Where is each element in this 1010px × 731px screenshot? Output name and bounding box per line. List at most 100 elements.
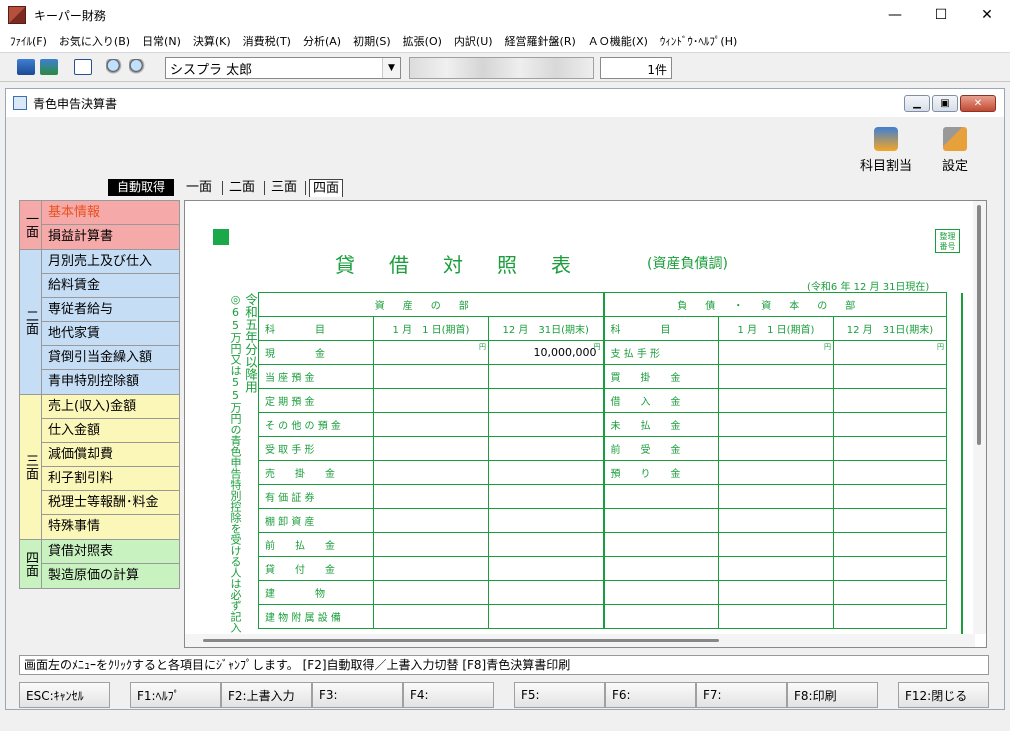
menu-settlement[interactable]: 決算(K)	[187, 33, 237, 49]
f4-button[interactable]: F4:	[403, 682, 494, 708]
liability-start-amount[interactable]	[718, 508, 834, 533]
f2-overwrite-button[interactable]: F2:上書入力	[221, 682, 312, 708]
sidebar-item-bad-debt[interactable]: 貸倒引当金繰入額	[42, 346, 179, 370]
liability-start-amount[interactable]: 円	[718, 340, 834, 365]
f3-button[interactable]: F3:	[312, 682, 403, 708]
asset-end-amount[interactable]	[488, 484, 604, 509]
asset-start-amount[interactable]	[373, 532, 489, 557]
f5-button[interactable]: F5:	[514, 682, 605, 708]
menu-favorites[interactable]: お気に入り(B)	[53, 33, 136, 49]
menu-initial[interactable]: 初期(S)	[347, 33, 397, 49]
liability-end-amount[interactable]	[833, 532, 947, 557]
zoom-out-icon[interactable]	[129, 59, 147, 75]
sidebar-item-balance-sheet[interactable]: 貸借対照表	[42, 540, 179, 564]
liability-start-amount[interactable]	[718, 556, 834, 581]
liability-start-amount[interactable]	[718, 580, 834, 605]
sidebar-item-salaries[interactable]: 給料賃金	[42, 274, 179, 298]
f6-button[interactable]: F6:	[605, 682, 696, 708]
menu-file[interactable]: ﾌｧｲﾙ(F)	[4, 33, 53, 49]
liability-start-amount[interactable]	[718, 460, 834, 485]
auto-fetch-toggle[interactable]: 自動取得	[108, 179, 174, 196]
sidebar-item-interest[interactable]: 利子割引料	[42, 467, 179, 491]
sidebar-item-purchases[interactable]: 仕入金額	[42, 419, 179, 443]
sidebar-item-revenue[interactable]: 売上(収入)金額	[42, 395, 179, 419]
scroll-thumb[interactable]	[977, 205, 981, 445]
child-close-button[interactable]: ✕	[960, 95, 996, 112]
tab-page-1[interactable]: 一面	[183, 179, 215, 197]
asset-start-amount[interactable]	[373, 364, 489, 389]
asset-start-amount[interactable]	[373, 460, 489, 485]
f7-button[interactable]: F7:	[696, 682, 787, 708]
scroll-thumb[interactable]	[203, 639, 719, 642]
liability-end-amount[interactable]	[833, 412, 947, 437]
maximize-button[interactable]: ☐	[918, 0, 964, 30]
liability-end-amount[interactable]	[833, 508, 947, 533]
menu-daily[interactable]: 日常(N)	[136, 33, 187, 49]
sidebar-item-rent[interactable]: 地代家賃	[42, 322, 179, 346]
asset-end-amount[interactable]	[488, 532, 604, 557]
liability-start-amount[interactable]	[718, 484, 834, 509]
sidebar-item-basic-info[interactable]: 基本情報	[42, 201, 179, 225]
monitor-icon[interactable]	[17, 59, 35, 75]
sidebar-item-depreciation[interactable]: 減価償却費	[42, 443, 179, 467]
account-assign-button[interactable]: 科目割当	[860, 127, 912, 174]
asset-end-amount[interactable]	[488, 556, 604, 581]
liability-end-amount[interactable]	[833, 364, 947, 389]
liability-start-amount[interactable]	[718, 604, 834, 629]
f1-help-button[interactable]: F1:ﾍﾙﾌﾟ	[130, 682, 221, 708]
tab-page-2[interactable]: 二面	[226, 179, 258, 197]
f8-print-button[interactable]: F8:印刷	[787, 682, 878, 708]
asset-start-amount[interactable]	[373, 508, 489, 533]
liability-end-amount[interactable]: 円	[833, 340, 947, 365]
menu-breakdown[interactable]: 内訳(U)	[448, 33, 499, 49]
chevron-down-icon[interactable]: ▼	[382, 58, 400, 78]
horizontal-scrollbar[interactable]	[185, 634, 975, 647]
liability-end-amount[interactable]	[833, 460, 947, 485]
user-select[interactable]: シスプラ 太郎 ▼	[165, 57, 401, 79]
liability-start-amount[interactable]	[718, 364, 834, 389]
asset-start-amount[interactable]	[373, 388, 489, 413]
sidebar-item-blue-deduction[interactable]: 青申特別控除額	[42, 370, 179, 394]
menu-extension[interactable]: 拡張(O)	[397, 33, 448, 49]
asset-start-amount[interactable]	[373, 412, 489, 437]
asset-end-amount[interactable]	[488, 580, 604, 605]
asset-end-amount[interactable]	[488, 388, 604, 413]
liability-end-amount[interactable]	[833, 580, 947, 605]
sidebar-item-income-statement[interactable]: 損益計算書	[42, 225, 179, 249]
menu-compass[interactable]: 経営羅針盤(R)	[499, 33, 582, 49]
liability-end-amount[interactable]	[833, 604, 947, 629]
menu-window-help[interactable]: ｳｨﾝﾄﾞｳ･ﾍﾙﾌﾟ(H)	[654, 33, 743, 49]
liability-end-amount[interactable]	[833, 556, 947, 581]
asset-start-amount[interactable]	[373, 556, 489, 581]
zoom-in-icon[interactable]	[106, 59, 124, 75]
close-button[interactable]: ✕	[964, 0, 1010, 30]
asset-start-amount[interactable]: 円	[373, 340, 489, 365]
liability-start-amount[interactable]	[718, 388, 834, 413]
esc-cancel-button[interactable]: ESC:ｷｬﾝｾﾙ	[19, 682, 110, 708]
liability-start-amount[interactable]	[718, 436, 834, 461]
asset-end-amount[interactable]	[488, 460, 604, 485]
child-minimize-button[interactable]: ▁	[904, 95, 930, 112]
sidebar-item-special[interactable]: 特殊事情	[42, 515, 179, 539]
liability-start-amount[interactable]	[718, 532, 834, 557]
sidebar-item-manufacturing-cost[interactable]: 製造原価の計算	[42, 564, 179, 588]
asset-end-amount[interactable]	[488, 436, 604, 461]
tab-page-4[interactable]: 四面	[309, 179, 344, 197]
vertical-scrollbar[interactable]	[973, 201, 986, 634]
sidebar-item-monthly-sales[interactable]: 月別売上及び仕入	[42, 250, 179, 274]
child-restore-button[interactable]: ▣	[932, 95, 958, 112]
asset-start-amount[interactable]	[373, 484, 489, 509]
menu-consumption-tax[interactable]: 消費税(T)	[237, 33, 297, 49]
asset-end-amount[interactable]	[488, 412, 604, 437]
menu-ao[interactable]: ＡＯ機能(X)	[582, 33, 654, 49]
liability-end-amount[interactable]	[833, 436, 947, 461]
asset-start-amount[interactable]	[373, 604, 489, 629]
sidebar-item-tax-accountant[interactable]: 税理士等報酬･料金	[42, 491, 179, 515]
monitor-add-icon[interactable]	[40, 59, 58, 75]
liability-start-amount[interactable]	[718, 412, 834, 437]
minimize-button[interactable]: —	[872, 0, 918, 30]
form-scroll-area[interactable]: 貸借対照表 (資産負債調) (令和6 年 12 月 31日現在) 整理番号 令和…	[184, 200, 987, 648]
liability-end-amount[interactable]	[833, 484, 947, 509]
asset-start-amount[interactable]	[373, 436, 489, 461]
sidebar-item-family-salary[interactable]: 専従者給与	[42, 298, 179, 322]
